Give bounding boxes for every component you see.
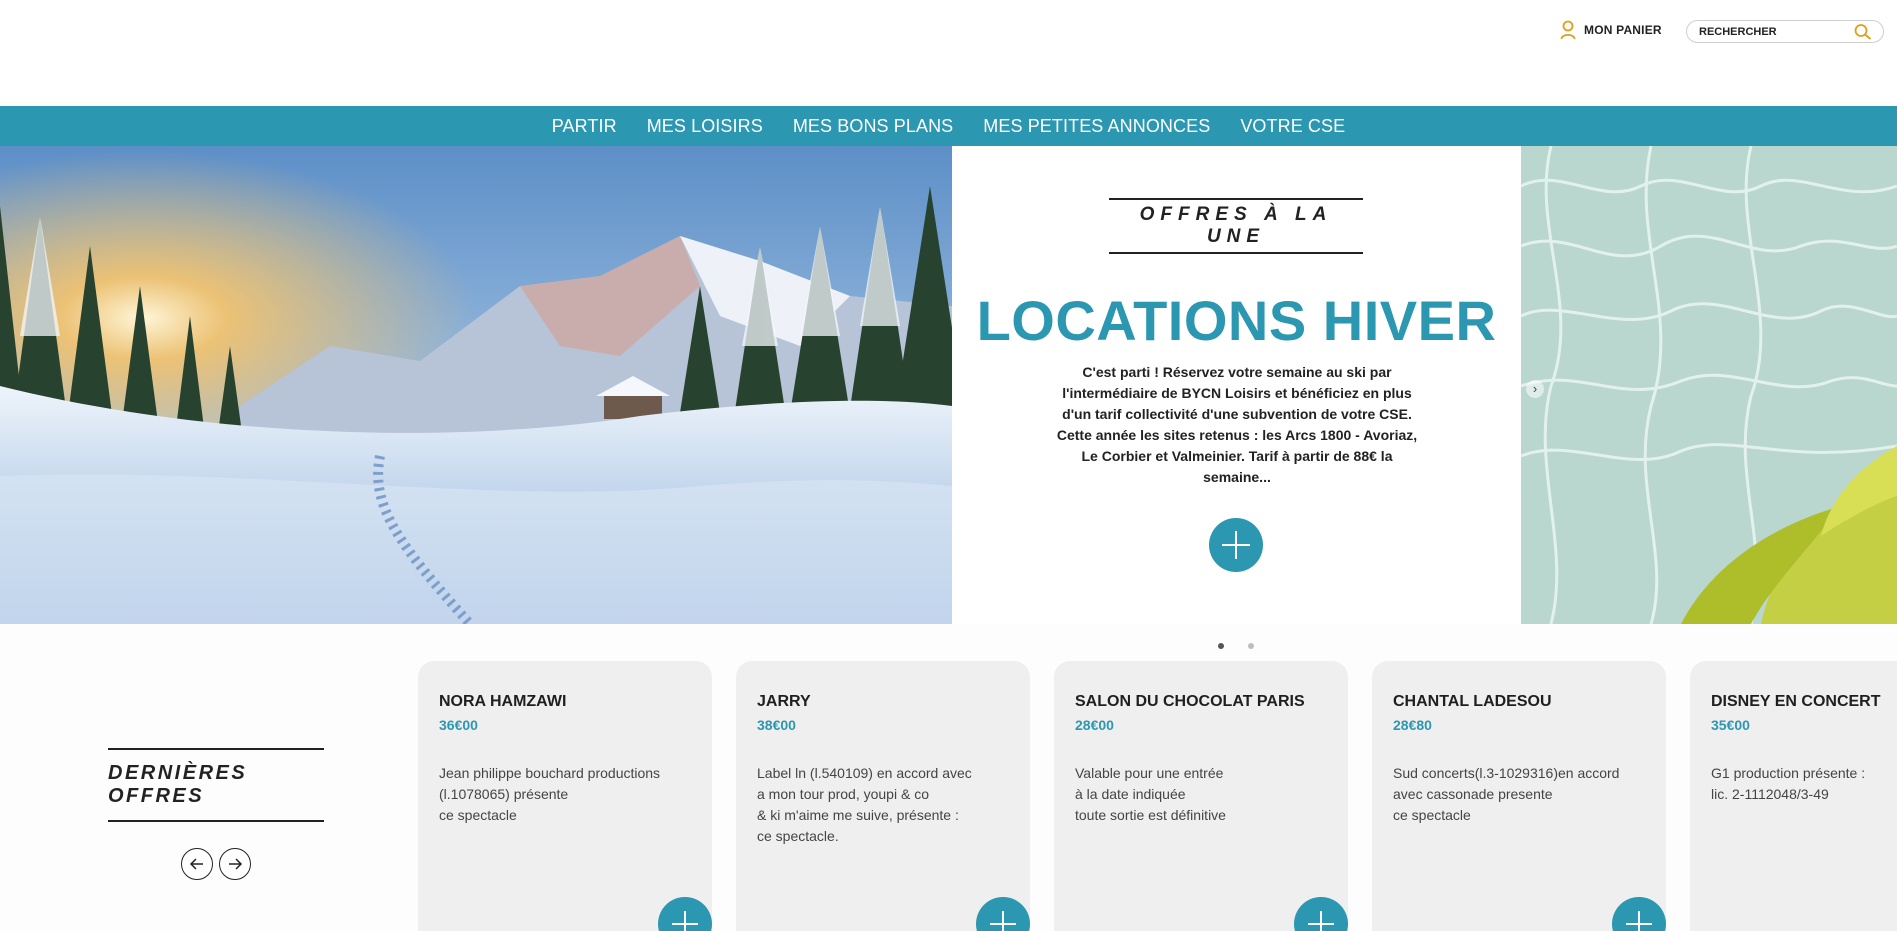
hero-winter-image xyxy=(0,146,952,624)
offer-title: JARRY xyxy=(757,693,811,710)
offer-price: 35€00 xyxy=(1711,717,1750,733)
hero-title: LOCATIONS HIVER xyxy=(976,289,1497,352)
offer-description: Jean philippe bouchard productions (l.10… xyxy=(439,765,661,823)
hero-description: C'est parti ! Réservez votre semaine au … xyxy=(1056,364,1418,485)
slider-next-arrow[interactable]: › xyxy=(1526,380,1544,398)
offer-description: Valable pour une entrée à la date indiqu… xyxy=(1075,765,1226,823)
hero-kicker-frame: OFFRES À LA UNE xyxy=(1109,198,1363,254)
carousel-arrows xyxy=(181,848,251,880)
offer-price: 38€00 xyxy=(757,717,796,733)
user-icon xyxy=(1560,20,1576,40)
slider-dot-1[interactable] xyxy=(1218,643,1224,649)
offer-description: Label ln (l.540109) en accord avec a mon… xyxy=(757,765,972,844)
search-input[interactable] xyxy=(1699,25,1859,38)
nav-item-mes-bons-plans[interactable]: MES BONS PLANS xyxy=(793,116,953,137)
nav-item-mes-loisirs[interactable]: MES LOISIRS xyxy=(647,116,763,137)
offer-card[interactable]: SALON DU CHOCOLAT PARIS 28€00 Valable po… xyxy=(1054,661,1348,931)
hero-more-button[interactable] xyxy=(1209,518,1263,572)
offer-description: Sud concerts(l.3-1029316)en accord avec … xyxy=(1393,765,1620,823)
offer-card[interactable]: CHANTAL LADESOU 28€80 Sud concerts(l.3-1… xyxy=(1372,661,1666,931)
offer-card[interactable]: NORA HAMZAWI 36€00 Jean philippe bouchar… xyxy=(418,661,712,931)
cart-label: MON PANIER xyxy=(1584,23,1662,37)
carousel-prev-button[interactable] xyxy=(181,848,213,880)
offer-title: NORA HAMZAWI xyxy=(439,693,567,710)
offer-more-button[interactable] xyxy=(1294,897,1348,931)
offer-card[interactable]: JARRY 38€00 Label ln (l.540109) en accor… xyxy=(736,661,1030,931)
offer-more-button[interactable] xyxy=(1612,897,1666,931)
nav-item-partir[interactable]: PARTIR xyxy=(552,116,617,137)
hero-slider: OFFRES À LA UNE LOCATIONS HIVER C'est pa… xyxy=(0,146,1897,624)
offer-more-button[interactable] xyxy=(976,897,1030,931)
hero-kicker: OFFRES À LA UNE xyxy=(1139,204,1333,247)
arrow-right-icon xyxy=(229,858,243,870)
hero-featured-offer: OFFRES À LA UNE LOCATIONS HIVER C'est pa… xyxy=(952,146,1521,624)
latest-offers-title: DERNIÈRES OFFRES xyxy=(108,762,248,807)
search-box xyxy=(1686,20,1884,43)
offer-title: SALON DU CHOCOLAT PARIS xyxy=(1075,693,1305,710)
offer-title: CHANTAL LADESOU xyxy=(1393,693,1552,710)
main-nav: PARTIR MES LOISIRS MES BONS PLANS MES PE… xyxy=(0,106,1897,146)
offer-description: G1 production présente : lic. 2-1112048/… xyxy=(1711,765,1866,802)
search-icon[interactable] xyxy=(1853,23,1873,41)
cart-link[interactable]: MON PANIER xyxy=(1560,20,1662,40)
offer-more-button[interactable] xyxy=(658,897,712,931)
offer-price: 28€00 xyxy=(1075,717,1114,733)
hero-pool-image xyxy=(1521,146,1897,624)
nav-item-mes-petites-annonces[interactable]: MES PETITES ANNONCES xyxy=(983,116,1210,137)
arrow-left-icon xyxy=(189,858,203,870)
offer-price: 28€80 xyxy=(1393,717,1432,733)
carousel-next-button[interactable] xyxy=(219,848,251,880)
nav-item-votre-cse[interactable]: VOTRE CSE xyxy=(1240,116,1345,137)
slider-dot-2[interactable] xyxy=(1248,643,1254,649)
offers-carousel: NORA HAMZAWI 36€00 Jean philippe bouchar… xyxy=(418,661,1897,931)
offer-card[interactable]: DISNEY EN CONCERT 35€00 G1 production pr… xyxy=(1690,661,1897,931)
latest-offers-heading-frame: DERNIÈRES OFFRES xyxy=(108,748,324,822)
offer-price: 36€00 xyxy=(439,717,478,733)
offer-title: DISNEY EN CONCERT xyxy=(1711,693,1881,710)
top-header: MON PANIER xyxy=(0,0,1897,106)
slider-dots xyxy=(1218,643,1254,649)
